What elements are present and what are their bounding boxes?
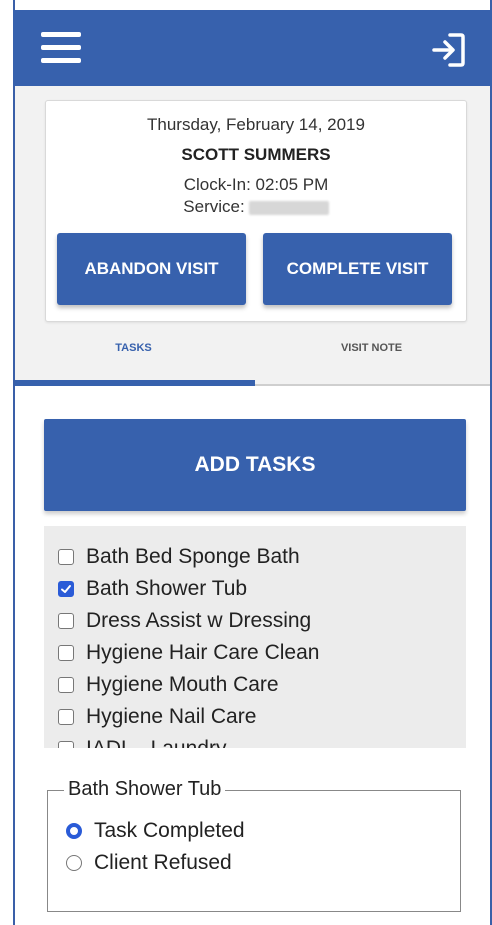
visit-card: Thursday, February 14, 2019 SCOTT SUMMER… — [45, 100, 467, 322]
radio-label: Client Refused — [94, 851, 232, 874]
service-line: Service: — [46, 197, 466, 217]
task-item[interactable]: Hygiene Nail Care — [58, 702, 256, 732]
radio-selected-icon[interactable] — [66, 823, 82, 839]
visit-header-area: Thursday, February 14, 2019 SCOTT SUMMER… — [15, 86, 490, 386]
checkbox-unchecked-icon[interactable] — [58, 677, 74, 693]
task-label: Hygiene Mouth Care — [86, 673, 279, 696]
abandon-visit-button[interactable]: ABANDON VISIT — [57, 233, 246, 305]
task-label: Hygiene Hair Care Clean — [86, 641, 320, 664]
task-item[interactable]: Bath Bed Sponge Bath — [58, 542, 300, 572]
task-item[interactable]: IADL - Laundry — [58, 734, 226, 748]
checkbox-unchecked-icon[interactable] — [58, 613, 74, 629]
task-label: IADL - Laundry — [86, 737, 226, 748]
task-item[interactable]: Hygiene Hair Care Clean — [58, 638, 319, 668]
task-label: Bath Shower Tub — [86, 577, 248, 600]
task-status-title: Bath Shower Tub — [64, 778, 226, 801]
add-tasks-button[interactable]: ADD TASKS — [44, 419, 466, 511]
checkbox-unchecked-icon[interactable] — [58, 741, 74, 748]
app-bar — [13, 10, 492, 86]
task-item[interactable]: Hygiene Mouth Care — [58, 670, 279, 700]
checkbox-unchecked-icon[interactable] — [58, 645, 74, 661]
task-item[interactable]: Dress Assist w Dressing — [58, 606, 311, 636]
checkbox-unchecked-icon[interactable] — [58, 549, 74, 565]
task-status-group: Bath Shower Tub Task Completed Client Re… — [47, 778, 461, 912]
task-label: Bath Bed Sponge Bath — [86, 545, 300, 568]
active-tab-indicator — [15, 380, 255, 386]
radio-label: Task Completed — [94, 819, 245, 842]
radio-unselected-icon[interactable] — [66, 855, 82, 871]
tab-visit-note[interactable]: VISIT NOTE — [253, 334, 490, 370]
task-list[interactable]: Bath Bed Sponge Bath Bath Shower Tub Dre… — [44, 526, 466, 748]
task-label: Hygiene Nail Care — [86, 705, 257, 728]
complete-visit-button[interactable]: COMPLETE VISIT — [263, 233, 452, 305]
client-name: SCOTT SUMMERS — [181, 145, 331, 164]
tab-tasks[interactable]: TASKS — [15, 334, 252, 370]
hamburger-menu-icon[interactable] — [41, 32, 81, 66]
task-label: Dress Assist w Dressing — [86, 609, 312, 632]
service-label: Service: — [183, 197, 245, 216]
logout-icon[interactable] — [428, 30, 468, 70]
clock-in-time: Clock-In: 02:05 PM — [183, 175, 329, 194]
checkbox-unchecked-icon[interactable] — [58, 709, 74, 725]
radio-option-task-completed[interactable]: Task Completed — [66, 819, 245, 843]
task-item[interactable]: Bath Shower Tub — [58, 574, 247, 604]
checkbox-checked-icon[interactable] — [58, 581, 74, 597]
radio-option-client-refused[interactable]: Client Refused — [66, 851, 232, 875]
service-redacted — [248, 200, 329, 215]
tab-divider — [255, 384, 490, 386]
visit-date: Thursday, February 14, 2019 — [147, 115, 365, 134]
visit-tabs: TASKS VISIT NOTE — [15, 334, 490, 374]
